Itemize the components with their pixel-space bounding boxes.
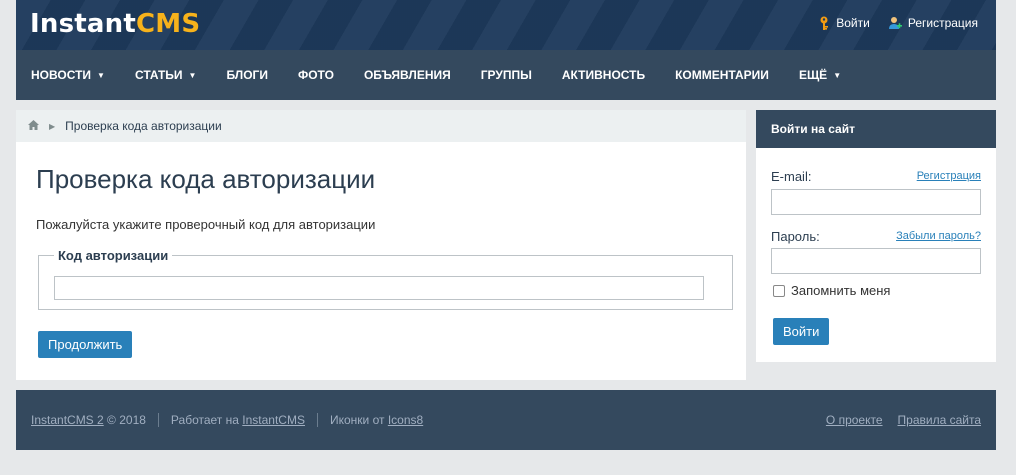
login-widget-title: Войти на сайт	[756, 110, 996, 148]
auth-code-fieldset: Код авторизации	[38, 248, 733, 310]
caret-down-icon: ▼	[833, 70, 842, 80]
login-widget: Войти на сайт E-mail: Регистрация Пароль…	[756, 110, 996, 362]
key-icon	[818, 16, 830, 30]
email-label: E-mail:	[771, 169, 812, 184]
header-register-link[interactable]: Регистрация	[888, 16, 978, 30]
footer-icons-link[interactable]: Icons8	[388, 413, 423, 427]
site-footer: InstantCMS 2 © 2018 Работает на InstantC…	[16, 390, 996, 450]
nav-item-label: АКТИВНОСТЬ	[561, 68, 646, 82]
footer-info: InstantCMS 2 © 2018 Работает на InstantC…	[31, 413, 435, 427]
remember-me-label: Запомнить меня	[791, 283, 891, 298]
nav-item-label: БЛОГИ	[226, 68, 268, 82]
nav-item-label: ЕЩЁ	[798, 68, 828, 82]
logo-text-cms: CMS	[135, 9, 201, 39]
remember-me-checkbox[interactable]	[773, 284, 785, 297]
password-field[interactable]	[771, 248, 981, 274]
site-header: InstantCMS Войти Регистрация	[16, 0, 996, 50]
nav-item-label: ОБЪЯВЛЕНИЯ	[363, 68, 451, 82]
footer-rules-link[interactable]: Правила сайта	[898, 413, 981, 427]
header-auth-links: Войти Регистрация	[818, 16, 978, 30]
footer-icons-credit: Иконки от Icons8	[316, 413, 435, 427]
caret-down-icon: ▼	[188, 70, 197, 80]
chevron-right-icon: ▶	[49, 121, 56, 131]
nav-item-activity[interactable]: АКТИВНОСТЬ	[547, 50, 660, 100]
footer-copyright: InstantCMS 2 © 2018	[31, 413, 158, 427]
footer-about-link[interactable]: О проекте	[826, 413, 883, 427]
user-add-icon	[888, 16, 902, 30]
footer-copyright-link[interactable]: InstantCMS 2	[31, 413, 104, 427]
nav-item-label: КОММЕНТАРИИ	[675, 68, 769, 82]
footer-year: © 2018	[107, 413, 146, 427]
nav-item-photo[interactable]: ФОТО	[283, 50, 349, 100]
nav-item-more[interactable]: ЕЩЁ ▼	[784, 50, 856, 100]
logo-text-instant: Instant	[30, 9, 136, 39]
footer-icons-text: Иконки от	[329, 413, 385, 427]
main-nav: НОВОСТИ ▼ СТАТЬИ ▼ БЛОГИ ФОТО ОБЪЯВЛЕНИЯ Г…	[16, 50, 996, 100]
header-login-label: Войти	[836, 16, 870, 30]
footer-links: О проекте Правила сайта	[826, 413, 981, 427]
page-title: Проверка кода авторизации	[36, 164, 376, 194]
password-label: Пароль:	[771, 229, 820, 244]
footer-powered-text: Работает на	[170, 413, 239, 427]
home-icon[interactable]	[28, 119, 39, 133]
login-button[interactable]: Войти	[773, 318, 830, 345]
nav-item-label: СТАТЬИ	[134, 68, 183, 82]
nav-item-articles[interactable]: СТАТЬИ ▼	[120, 50, 212, 100]
nav-item-label: ГРУППЫ	[480, 68, 532, 82]
nav-item-news[interactable]: НОВОСТИ ▼	[16, 50, 120, 100]
nav-item-blogs[interactable]: БЛОГИ	[211, 50, 283, 100]
nav-item-groups[interactable]: ГРУППЫ	[466, 50, 547, 100]
nav-item-comments[interactable]: КОММЕНТАРИИ	[660, 50, 784, 100]
main-content: ▶ Проверка кода авторизации Проверка код…	[16, 110, 746, 380]
email-field[interactable]	[771, 189, 981, 215]
breadcrumb: ▶ Проверка кода авторизации	[16, 110, 746, 142]
forgot-password-link[interactable]: Забыли пароль?	[896, 230, 981, 242]
remember-me[interactable]: Запомнить меня	[773, 283, 890, 298]
site-logo[interactable]: InstantCMS	[30, 9, 200, 39]
header-register-label: Регистрация	[907, 16, 978, 30]
nav-item-ads[interactable]: ОБЪЯВЛЕНИЯ	[349, 50, 466, 100]
caret-down-icon: ▼	[97, 70, 105, 80]
sidebar-register-link[interactable]: Регистрация	[917, 170, 981, 182]
footer-powered: Работает на InstantCMS	[157, 413, 317, 427]
header-login-link[interactable]: Войти	[818, 16, 870, 30]
breadcrumb-current: Проверка кода авторизации	[65, 119, 222, 133]
footer-powered-link[interactable]: InstantCMS	[242, 413, 305, 427]
nav-item-label: НОВОСТИ	[31, 68, 92, 82]
nav-item-label: ФОТО	[297, 68, 334, 82]
continue-button[interactable]: Продолжить	[38, 331, 133, 358]
auth-code-input[interactable]	[54, 276, 704, 300]
auth-code-legend: Код авторизации	[58, 248, 169, 263]
page-intro-text: Пожалуйста укажите проверочный код для а…	[36, 217, 376, 232]
